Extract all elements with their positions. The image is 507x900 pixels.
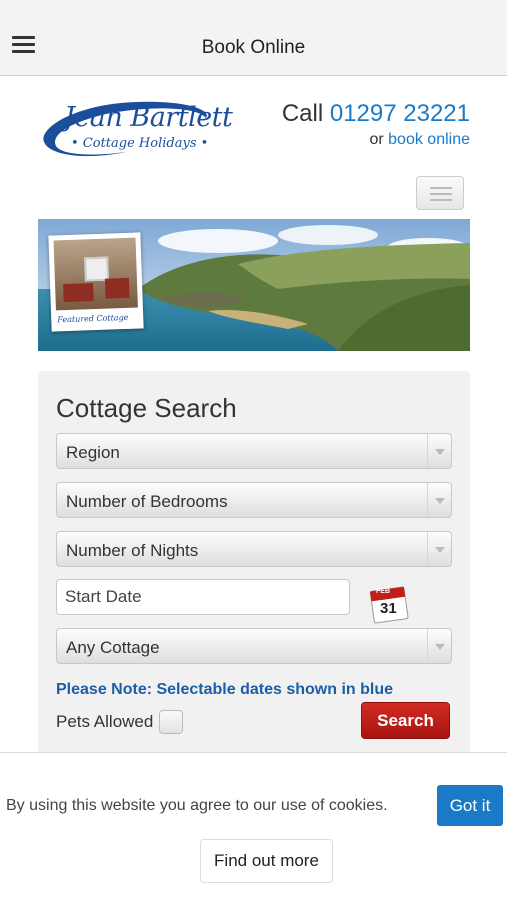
pets-checkbox[interactable] — [159, 710, 183, 734]
book-online-line: or book online — [369, 131, 470, 149]
got-it-button[interactable]: Got it — [437, 785, 503, 826]
page-title: Book Online — [201, 37, 306, 58]
online-prefix: or — [369, 131, 384, 148]
app-bar: Book Online — [0, 0, 507, 76]
cottage-select[interactable]: Any Cottage — [56, 628, 452, 664]
nights-value: Number of Nights — [66, 541, 199, 560]
chevron-down-icon — [427, 629, 451, 663]
phone-link[interactable]: 01297 23221 — [330, 100, 470, 127]
site-logo[interactable]: Jean Bartlett • Cottage Holidays • — [36, 98, 233, 160]
cookie-banner: By using this website you agree to our u… — [0, 752, 507, 900]
call-line: Call 01297 23221 — [282, 100, 470, 128]
nav-bar-icon — [430, 187, 452, 189]
hero-banner: Featured Cottage — [38, 219, 470, 351]
nav-toggle-button[interactable] — [416, 176, 464, 210]
chevron-down-icon — [427, 532, 451, 566]
date-note: Please Note: Selectable dates shown in b… — [56, 681, 393, 698]
bedrooms-select[interactable]: Number of Bedrooms — [56, 482, 452, 518]
calendar-month: FEB — [376, 588, 390, 595]
nav-bar-icon — [430, 193, 452, 195]
search-title: Cottage Search — [56, 393, 237, 423]
featured-cottage-photo[interactable]: Featured Cottage — [48, 232, 144, 332]
cookie-text: By using this website you agree to our u… — [6, 797, 388, 814]
featured-label: Featured Cottage — [57, 312, 129, 325]
region-select[interactable]: Region — [56, 433, 452, 469]
search-button[interactable]: Search — [361, 702, 450, 739]
logo-subtitle: • Cottage Holidays • — [71, 136, 209, 151]
find-out-more-button[interactable]: Find out more — [200, 839, 333, 883]
cottage-search-panel: Cottage Search Region Number of Bedrooms… — [38, 371, 470, 761]
start-date-input[interactable] — [56, 579, 350, 615]
call-prefix: Call — [281, 100, 324, 127]
calendar-day: 31 — [380, 600, 397, 617]
calendar-icon[interactable]: FEB 31 — [369, 584, 409, 624]
chevron-down-icon — [427, 434, 451, 468]
pets-label: Pets Allowed — [56, 712, 154, 731]
logo-name: Jean Bartlett — [64, 102, 233, 133]
book-online-link[interactable]: book online — [388, 131, 470, 148]
bedrooms-value: Number of Bedrooms — [66, 492, 228, 511]
chevron-down-icon — [427, 483, 451, 517]
nav-bar-icon — [430, 199, 452, 201]
cottage-value: Any Cottage — [66, 638, 160, 657]
nights-select[interactable]: Number of Nights — [56, 531, 452, 567]
region-value: Region — [66, 443, 120, 462]
